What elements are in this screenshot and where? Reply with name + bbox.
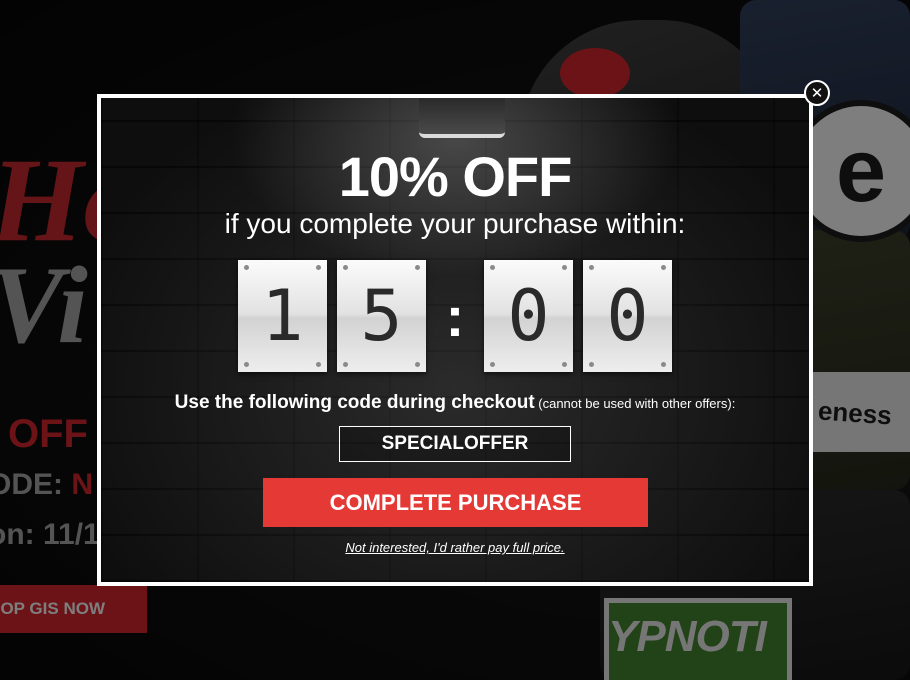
- digit-value: 0: [507, 275, 550, 357]
- offer-modal: 10% OFF if you complete your purchase wi…: [97, 94, 813, 586]
- digit-value: 0: [606, 275, 649, 357]
- bolt-icon: [562, 362, 567, 367]
- bolt-icon: [415, 362, 420, 367]
- promo-code-box[interactable]: SPECIALOFFER: [339, 426, 571, 462]
- timer-digit-seconds-ones: 0: [583, 260, 672, 372]
- timer-digit-minutes-tens: 1: [238, 260, 327, 372]
- subheadline: if you complete your purchase within:: [224, 208, 686, 239]
- close-icon: ✕: [810, 84, 824, 102]
- headline: 10% OFF: [338, 145, 573, 208]
- bolt-icon: [316, 362, 321, 367]
- countdown-timer: 1 5 : 0 0: [101, 258, 809, 374]
- bolt-icon: [415, 265, 420, 270]
- bolt-icon: [589, 265, 594, 270]
- close-button[interactable]: ✕: [804, 80, 830, 106]
- bolt-icon: [490, 265, 495, 270]
- bolt-icon: [244, 265, 249, 270]
- bolt-icon: [661, 265, 666, 270]
- lamp-graphic: [419, 98, 505, 138]
- digit-value: 5: [360, 275, 403, 357]
- bolt-icon: [316, 265, 321, 270]
- code-instruction: Use the following code during checkout (…: [101, 392, 809, 414]
- bolt-icon: [661, 362, 666, 367]
- decline-offer-link[interactable]: Not interested, I'd rather pay full pric…: [101, 540, 809, 555]
- timer-separator: :: [445, 284, 465, 348]
- instruction-note: (cannot be used with other offers):: [534, 396, 736, 411]
- complete-purchase-button[interactable]: COMPLETE PURCHASE: [263, 478, 648, 527]
- digit-value: 1: [261, 275, 304, 357]
- instruction-text: Use the following code during checkout: [174, 392, 535, 413]
- bolt-icon: [589, 362, 594, 367]
- bolt-icon: [343, 362, 348, 367]
- bolt-icon: [490, 362, 495, 367]
- page: e eness YPNOTI Ho Vi OFF ODE: N on: 11/1…: [0, 0, 910, 680]
- bolt-icon: [343, 265, 348, 270]
- timer-digit-seconds-tens: 0: [484, 260, 573, 372]
- timer-digit-minutes-ones: 5: [337, 260, 426, 372]
- bolt-icon: [562, 265, 567, 270]
- bolt-icon: [244, 362, 249, 367]
